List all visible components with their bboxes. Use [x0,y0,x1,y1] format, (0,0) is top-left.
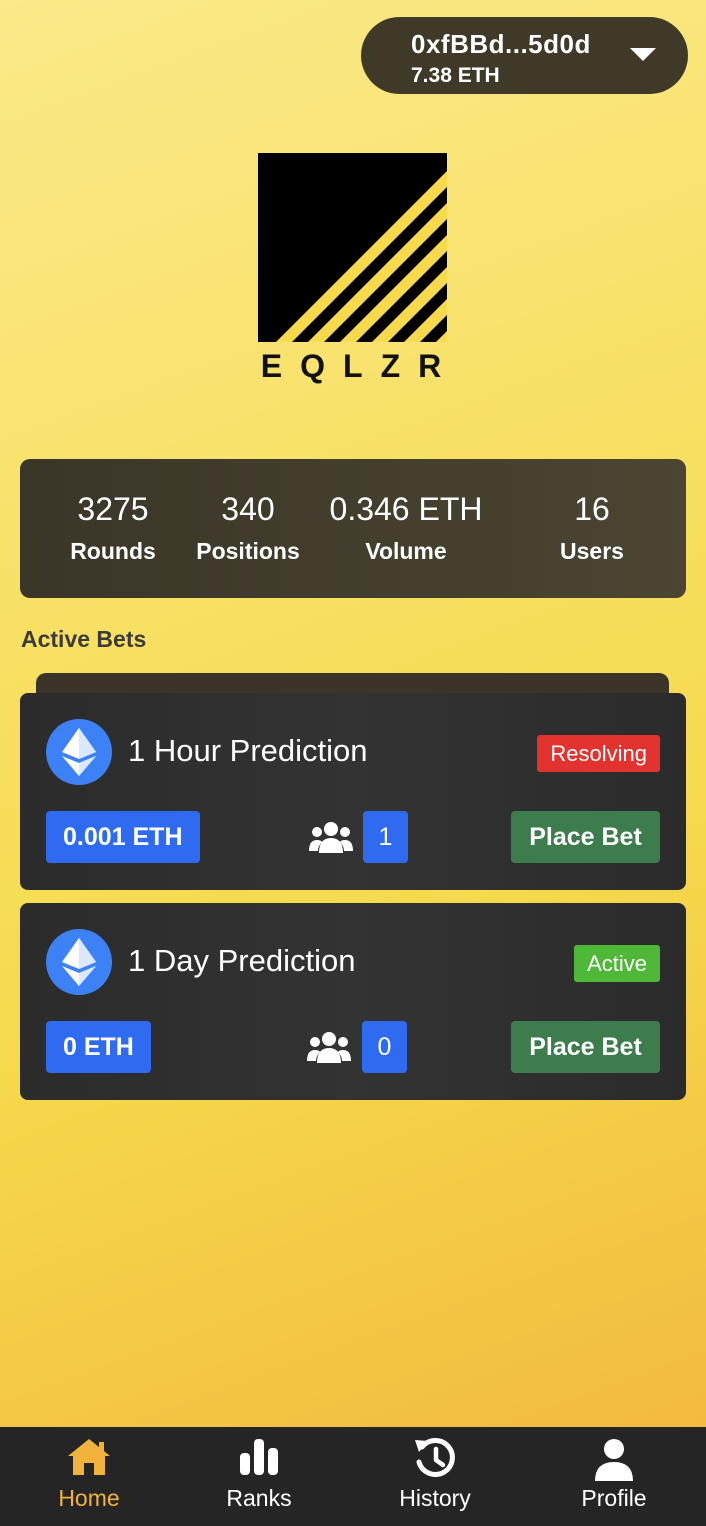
bet-card-1-day[interactable]: 1 Day Prediction Active 0 ETH 0 Place Be… [20,903,686,1100]
tab-profile[interactable]: Profile [559,1427,669,1526]
participant-count: 0 [362,1021,407,1073]
tab-label: Home [58,1485,120,1511]
stat-value: 0.346 ETH [329,491,483,527]
place-bet-button[interactable]: Place Bet [511,1021,660,1073]
home-icon [68,1439,110,1475]
ethereum-icon [46,929,112,995]
stat-users: 16 Users [560,491,624,565]
stat-value: 16 [574,491,610,527]
users-icon [307,1032,351,1063]
stat-label: Positions [196,538,300,564]
history-icon [415,1438,455,1477]
tab-label: History [399,1485,471,1511]
users-icon [309,822,353,853]
stat-label: Volume [365,538,447,564]
bet-amount: 0.001 ETH [46,811,200,863]
wallet-address: 0xfBBd...5d0d [411,29,591,59]
stat-volume: 0.346 ETH Volume [330,491,483,565]
bottom-tab-bar: Home Ranks History Profile [0,1427,706,1526]
participant-count: 1 [363,811,408,863]
tab-label: Profile [581,1485,647,1511]
place-bet-button[interactable]: Place Bet [511,811,660,863]
stat-value: 340 [221,491,275,527]
stat-rounds: 3275 Rounds [70,491,156,565]
tab-home[interactable]: Home [34,1427,144,1526]
active-bets-heading: Active Bets [21,626,147,652]
ethereum-icon [46,719,112,785]
tab-label: Ranks [226,1485,292,1511]
bar-chart-icon [240,1439,278,1475]
wallet-selector[interactable]: 0xfBBd...5d0d 7.38 ETH [361,17,688,94]
stat-label: Users [560,538,624,564]
stat-value: 3275 [77,491,149,527]
status-badge: Active [574,945,660,982]
caret-down-icon[interactable] [630,48,656,61]
bet-amount: 0 ETH [46,1021,151,1073]
bet-title: 1 Day Prediction [128,943,356,978]
striped-square-logo [258,153,447,342]
user-icon [595,1439,633,1481]
status-badge: Resolving [537,735,660,772]
brand-name: EQLZR [260,348,460,384]
stat-positions: 340 Positions [196,491,300,565]
bet-card-1-hour[interactable]: 1 Hour Prediction Resolving 0.001 ETH 1 … [20,693,686,890]
stat-label: Rounds [70,538,156,564]
stats-panel: 3275 Rounds 340 Positions 0.346 ETH Volu… [20,459,686,598]
wallet-balance: 7.38 ETH [411,64,500,87]
tab-history[interactable]: History [375,1427,495,1526]
tab-ranks[interactable]: Ranks [204,1427,314,1526]
bet-title: 1 Hour Prediction [128,733,368,768]
